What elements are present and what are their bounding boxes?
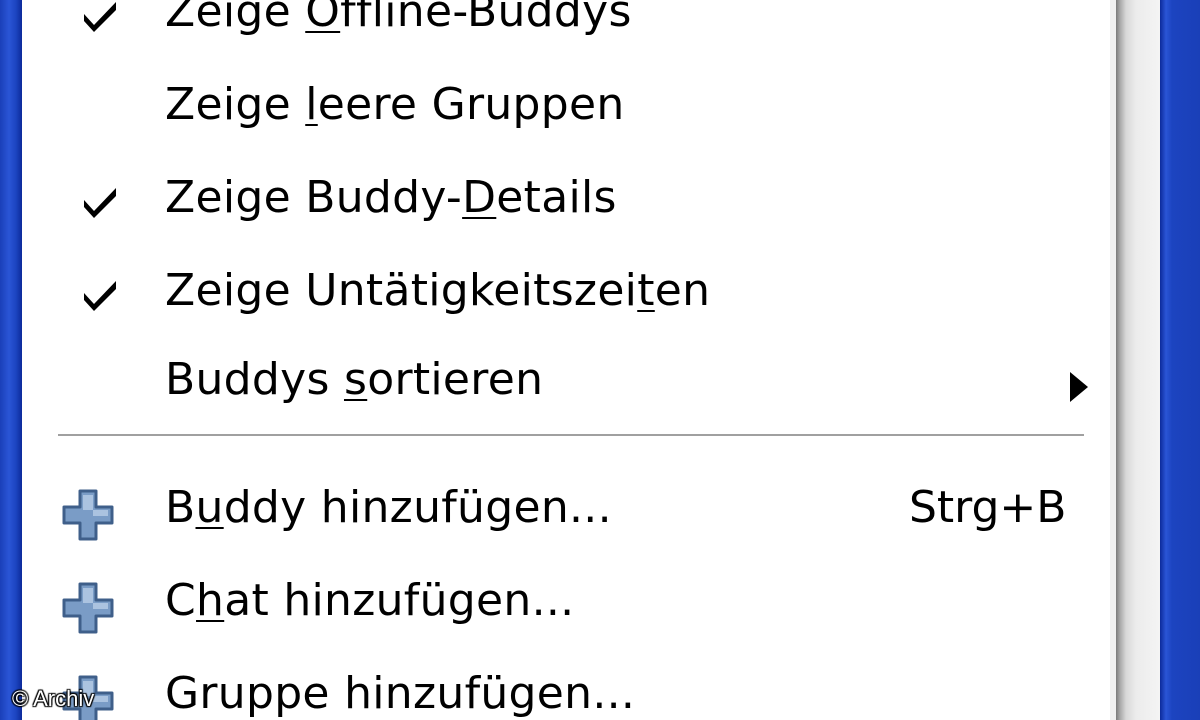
menu-item-label: Chat hinzufügen... <box>165 575 575 626</box>
checkmark-icon <box>84 2 116 32</box>
menu-item-sort-buddys[interactable]: Buddys sortieren <box>22 340 1110 432</box>
menu-item-show-buddy-details[interactable]: Zeige Buddy-Details <box>22 158 1110 250</box>
window-border-left <box>0 0 22 720</box>
menu-item-shortcut: Strg+B <box>909 482 1067 533</box>
checkmark-icon <box>84 188 116 218</box>
window-border-right <box>1160 0 1200 720</box>
menu-item-label: Buddy hinzufügen... <box>165 482 612 533</box>
menu-separator <box>58 434 1084 437</box>
checkmark-icon <box>84 281 116 311</box>
copyright-watermark: © Archiv <box>12 686 95 711</box>
menu-shadow <box>1116 0 1160 720</box>
menu-item-add-chat[interactable]: Chat hinzufügen... <box>22 561 1110 653</box>
view-context-menu: Zeige Offline-Buddys Zeige leere Gruppen… <box>22 0 1116 720</box>
menu-item-add-buddy[interactable]: Buddy hinzufügen... Strg+B <box>22 468 1110 560</box>
menu-item-label: Gruppe hinzufügen... <box>165 668 636 719</box>
menu-item-label: Zeige leere Gruppen <box>165 79 625 130</box>
menu-item-add-group[interactable]: Gruppe hinzufügen... <box>22 654 1110 720</box>
menu-item-label: Zeige Offline-Buddys <box>165 0 632 37</box>
plus-icon <box>62 489 114 541</box>
menu-item-label: Buddys sortieren <box>165 354 544 405</box>
menu-item-show-offline-buddys[interactable]: Zeige Offline-Buddys <box>22 0 1110 64</box>
menu-item-label: Zeige Untätigkeitszeiten <box>165 265 711 316</box>
screenshot-frame: Zeige Offline-Buddys Zeige leere Gruppen… <box>0 0 1200 720</box>
menu-item-label: Zeige Buddy-Details <box>165 172 617 223</box>
plus-icon <box>62 582 114 634</box>
menu-item-show-empty-groups[interactable]: Zeige leere Gruppen <box>22 65 1110 157</box>
menu-item-show-idle-times[interactable]: Zeige Untätigkeitszeiten <box>22 251 1110 343</box>
submenu-arrow-icon <box>1070 372 1088 402</box>
